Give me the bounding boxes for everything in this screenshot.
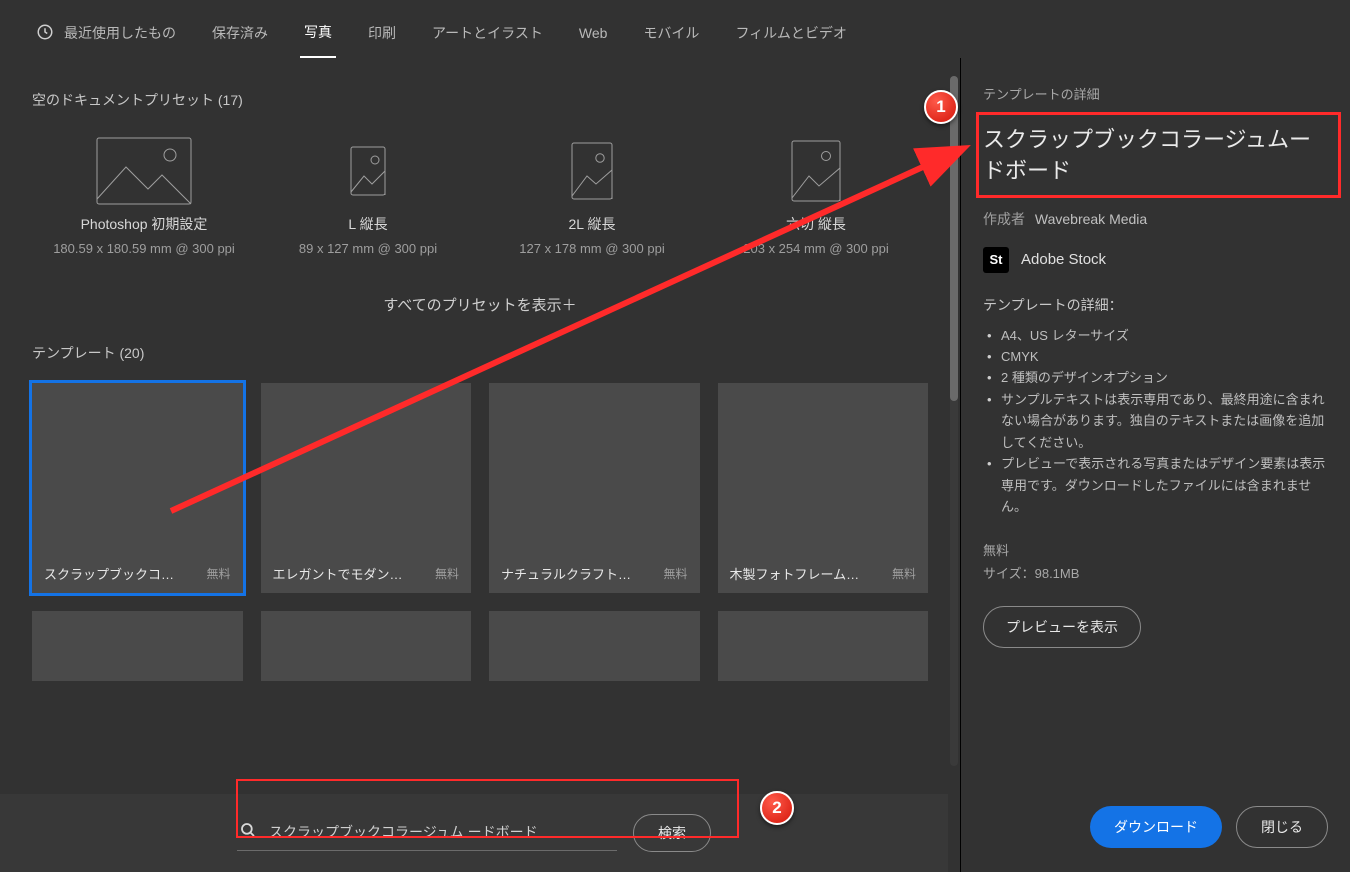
template-card[interactable]: [489, 611, 700, 681]
preset-dimensions: 203 x 254 mm @ 300 ppi: [710, 240, 922, 258]
preset-name: L 縦長: [262, 214, 474, 234]
image-icon: [710, 136, 922, 206]
details-list: A4、US レターサイズ CMYK 2 種類のデザインオプション サンプルテキス…: [983, 325, 1328, 518]
author-row: 作成者 Wavebreak Media: [983, 209, 1328, 229]
template-card-wooden[interactable]: 木製フォトフレームモッ… 無料: [718, 383, 929, 593]
preset-photoshop-default[interactable]: Photoshop 初期設定 180.59 x 180.59 mm @ 300 …: [32, 130, 256, 258]
details-heading: テンプレートの詳細：: [983, 295, 1328, 315]
image-icon: [486, 136, 698, 206]
detail-bullet: 2 種類のデザインオプション: [987, 367, 1328, 388]
search-icon: [239, 821, 257, 842]
template-card-scrapbook[interactable]: スクラップブックコラー… 無料: [32, 383, 243, 593]
details-label: テンプレートの詳細: [983, 84, 1328, 103]
preset-dimensions: 89 x 127 mm @ 300 ppi: [262, 240, 474, 258]
template-name: 木製フォトフレームモッ…: [730, 564, 870, 583]
preview-button[interactable]: プレビューを表示: [983, 606, 1141, 648]
preset-name: 2L 縦長: [486, 214, 698, 234]
details-panel: テンプレートの詳細 スクラップブックコラージュムードボード 作成者 Wavebr…: [960, 58, 1350, 872]
author-by-label: 作成者: [983, 211, 1025, 227]
template-price: 無料: [435, 565, 459, 582]
tab-saved[interactable]: 保存済み: [208, 13, 272, 57]
preset-mutsugiri-portrait[interactable]: 六切 縦長 203 x 254 mm @ 300 ppi: [704, 130, 928, 258]
tab-web[interactable]: Web: [575, 15, 612, 55]
template-price: 無料: [206, 565, 230, 582]
preset-l-portrait[interactable]: L 縦長 89 x 127 mm @ 300 ppi: [256, 130, 480, 258]
image-icon: [38, 136, 250, 206]
adobe-stock-icon: St: [983, 247, 1009, 273]
template-name: スクラップブックコラー…: [44, 564, 184, 583]
detail-bullet: CMYK: [987, 346, 1328, 367]
adobe-stock-row[interactable]: St Adobe Stock: [983, 247, 1328, 273]
detail-bullet: プレビューで表示される写真またはデザイン要素は表示専用です。ダウンロードしたファ…: [987, 453, 1328, 517]
template-price: 無料: [663, 565, 687, 582]
tab-mobile[interactable]: モバイル: [639, 13, 703, 57]
image-icon: [262, 136, 474, 206]
clock-icon: [36, 23, 54, 44]
adobe-stock-label: Adobe Stock: [1021, 251, 1106, 268]
author-name: Wavebreak Media: [1035, 211, 1147, 227]
template-name: ナチュラルクラフトムード…: [501, 564, 641, 583]
tab-photo[interactable]: 写真: [300, 12, 336, 58]
preset-name: Photoshop 初期設定: [38, 214, 250, 234]
template-card[interactable]: [32, 611, 243, 681]
blank-presets-heading: 空のドキュメントプリセット (17): [32, 90, 928, 110]
search-input[interactable]: [269, 824, 617, 840]
template-name: エレガントでモダンなム…: [273, 564, 413, 583]
tab-art[interactable]: アートとイラスト: [428, 13, 547, 57]
tab-print[interactable]: 印刷: [364, 13, 400, 57]
left-panel: 空のドキュメントプリセット (17) Photoshop 初期設定 180.59…: [0, 58, 960, 872]
template-title: スクラップブックコラージュムードボード: [983, 119, 1328, 191]
preset-name: 六切 縦長: [710, 214, 922, 234]
preset-dimensions: 127 x 178 mm @ 300 ppi: [486, 240, 698, 258]
preset-2l-portrait[interactable]: 2L 縦長 127 x 178 mm @ 300 ppi: [480, 130, 704, 258]
file-size: サイズ：98.1MB: [983, 563, 1328, 582]
show-all-presets[interactable]: すべてのプリセットを表示＋: [32, 278, 928, 343]
template-card-natural[interactable]: ナチュラルクラフトムード… 無料: [489, 383, 700, 593]
tab-recent[interactable]: 最近使用したもの: [32, 13, 180, 58]
template-card[interactable]: [261, 611, 472, 681]
scrollbar[interactable]: [950, 76, 958, 766]
search-bar: 検索: [0, 794, 948, 872]
template-card-elegant[interactable]: エレガントでモダンなム… 無料: [261, 383, 472, 593]
scroll-thumb[interactable]: [950, 76, 958, 401]
price-free: 無料: [983, 540, 1328, 559]
category-tabs: 最近使用したもの 保存済み 写真 印刷 アートとイラスト Web モバイル フィ…: [0, 0, 1350, 58]
template-price: 無料: [892, 565, 916, 582]
download-button[interactable]: ダウンロード: [1090, 806, 1222, 848]
template-card[interactable]: [718, 611, 929, 681]
detail-bullet: サンプルテキストは表示専用であり、最終用途に含まれない場合があります。独自のテキ…: [987, 389, 1328, 453]
templates-heading: テンプレート (20): [32, 343, 928, 363]
tab-recent-label: 最近使用したもの: [64, 23, 176, 43]
preset-dimensions: 180.59 x 180.59 mm @ 300 ppi: [38, 240, 250, 258]
search-button[interactable]: 検索: [633, 814, 711, 852]
close-button[interactable]: 閉じる: [1236, 806, 1328, 848]
tab-film[interactable]: フィルムとビデオ: [731, 13, 850, 57]
detail-bullet: A4、US レターサイズ: [987, 325, 1328, 346]
